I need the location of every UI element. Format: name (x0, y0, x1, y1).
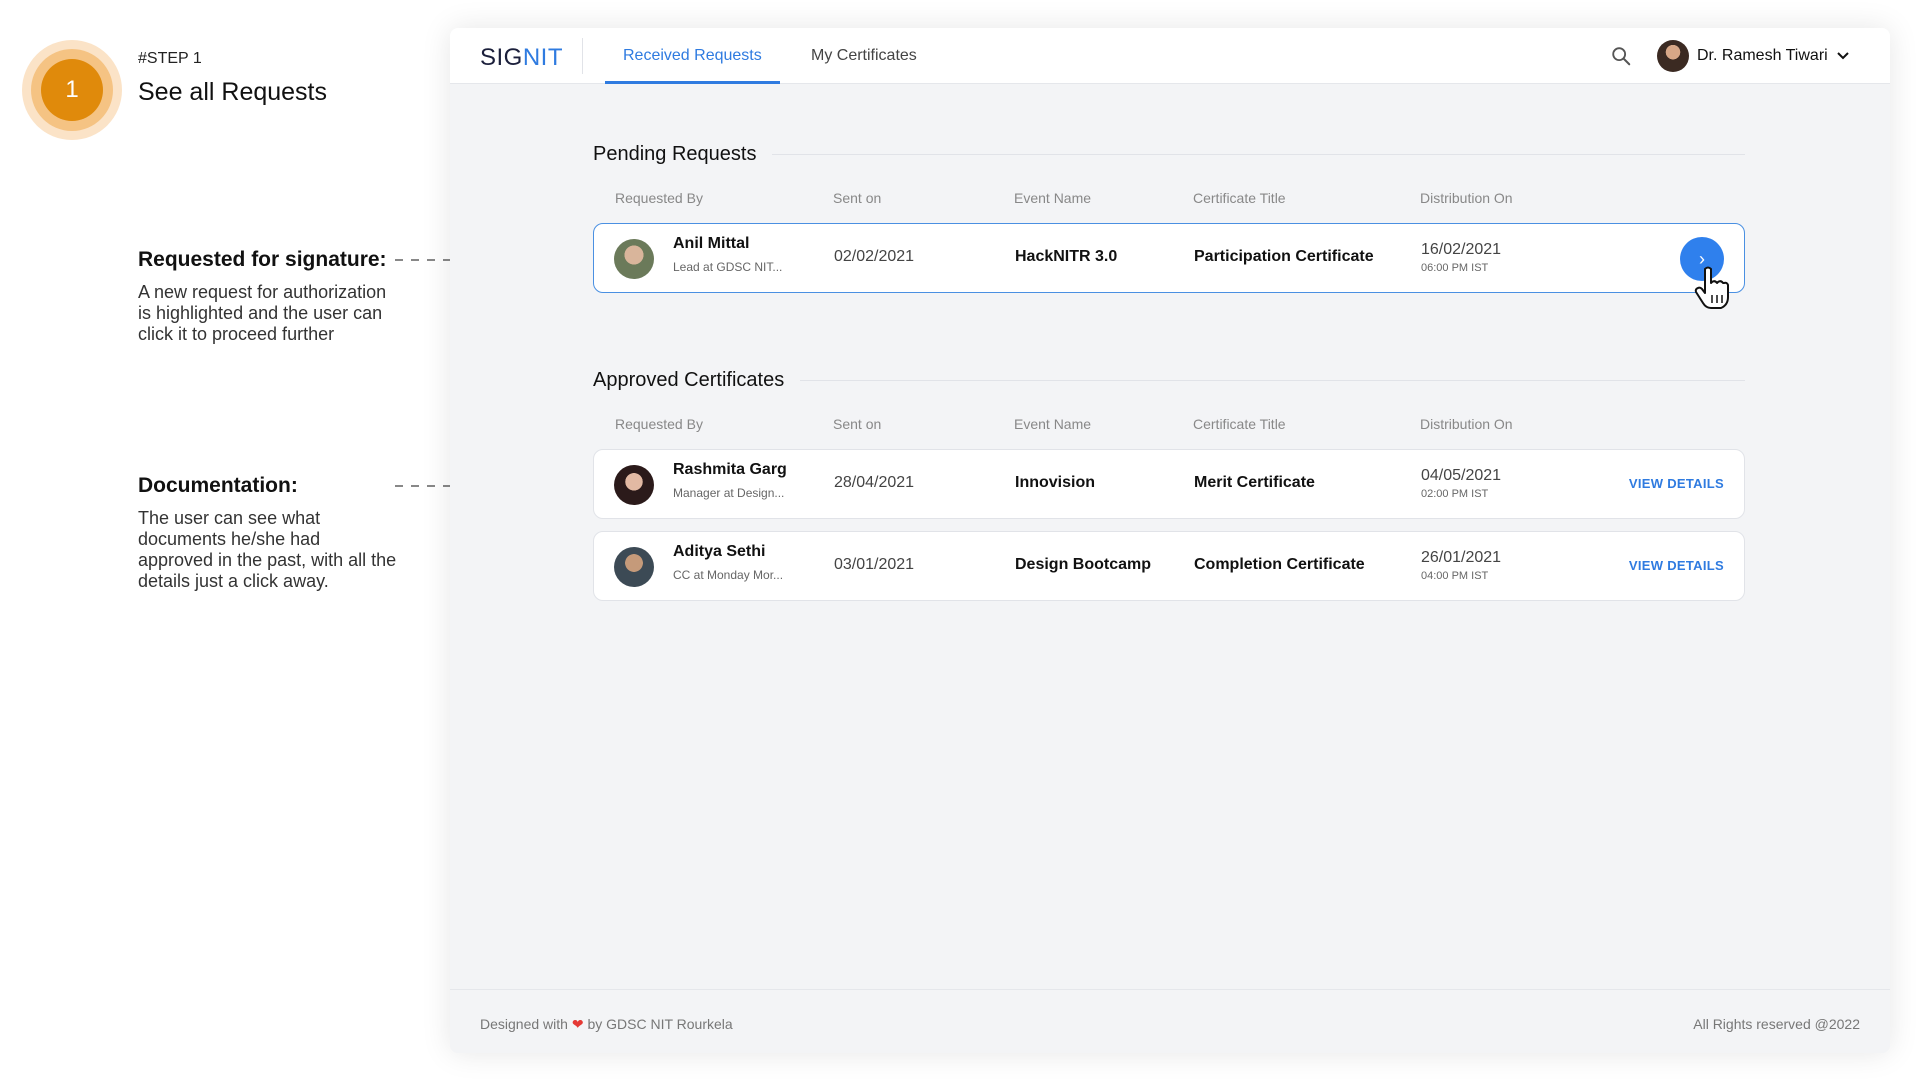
note-title: Requested for signature: (138, 248, 387, 271)
note-title: Documentation: (138, 474, 298, 497)
column-header: Event Name (1014, 416, 1092, 432)
note-body: The user can see what documents he/she h… (138, 508, 397, 591)
heart-icon: ❤ (571, 1016, 584, 1032)
footer-text: by GDSC NIT Rourkela (587, 1016, 733, 1032)
signit-logo[interactable]: SIGNIT (480, 44, 563, 72)
user-name: Dr. Ramesh Tiwari (1697, 47, 1828, 64)
user-avatar (1657, 40, 1689, 72)
approved-certificate-row[interactable]: Aditya Sethi CC at Monday Mor... 03/01/2… (593, 531, 1745, 601)
requester-name: Anil Mittal (673, 235, 750, 252)
column-header: Requested By (615, 416, 703, 432)
requester-name: Rashmita Garg (673, 461, 787, 478)
column-header: Distribution On (1420, 190, 1513, 206)
sent-on: 03/01/2021 (834, 556, 915, 573)
step-number: 1 (41, 59, 103, 121)
table-header: Requested By Sent on Event Name Certific… (593, 190, 1745, 210)
footer: Designed with ❤ by GDSC NIT Rourkela All… (450, 989, 1890, 1053)
distribution-date: 26/01/2021 (1421, 549, 1502, 566)
sent-on: 28/04/2021 (834, 474, 915, 491)
certificate-title: Completion Certificate (1194, 556, 1365, 573)
app-window: SIGNIT Received Requests My Certificates… (450, 28, 1890, 1053)
certificate-title: Merit Certificate (1194, 474, 1315, 491)
requester-role: CC at Monday Mor... (673, 568, 784, 582)
section-divider (772, 153, 1745, 155)
requester-role: Lead at GDSC NIT... (673, 260, 783, 274)
note-documentation: Documentation: The user can see what doc… (138, 474, 398, 592)
section-title: Approved Certificates (593, 368, 785, 391)
column-header: Requested By (615, 190, 703, 206)
column-header: Certificate Title (1193, 190, 1286, 206)
logo-text-accent: NIT (522, 44, 564, 71)
table-header: Requested By Sent on Event Name Certific… (593, 416, 1745, 436)
pending-requests-section: Pending Requests Requested By Sent on Ev… (593, 140, 1745, 293)
distribution-date: 16/02/2021 (1421, 241, 1502, 258)
requester-name: Aditya Sethi (673, 543, 766, 560)
sent-on: 02/02/2021 (834, 248, 915, 265)
footer-credit: Designed with ❤ by GDSC NIT Rourkela (480, 1016, 733, 1033)
chevron-down-icon (1836, 52, 1849, 60)
user-profile-menu[interactable]: Dr. Ramesh Tiwari (1657, 40, 1850, 72)
section-title: Pending Requests (593, 142, 757, 165)
event-name: Design Bootcamp (1015, 556, 1152, 573)
event-name: Innovision (1015, 474, 1095, 491)
step-badge-ring: 1 (31, 49, 113, 131)
tab-received-requests[interactable]: Received Requests (605, 28, 780, 84)
column-header: Certificate Title (1193, 416, 1286, 432)
column-header: Sent on (833, 416, 882, 432)
footer-copyright: All Rights reserved @2022 (1693, 1016, 1860, 1032)
approved-certificates-section: Approved Certificates Requested By Sent … (593, 366, 1745, 601)
distribution-time: 02:00 PM IST (1421, 488, 1489, 500)
section-divider (800, 379, 1745, 381)
logo-divider (582, 38, 583, 74)
note-requested-for-signature: Requested for signature: A new request f… (138, 248, 398, 345)
distribution-time: 06:00 PM IST (1421, 262, 1489, 274)
column-header: Distribution On (1420, 416, 1513, 432)
view-details-link[interactable]: VIEW DETAILS (1629, 476, 1724, 491)
distribution-time: 04:00 PM IST (1421, 570, 1489, 582)
avatar (614, 239, 654, 279)
distribution-date: 04/05/2021 (1421, 467, 1502, 484)
footer-text: Designed with (480, 1016, 568, 1032)
tab-my-certificates[interactable]: My Certificates (811, 28, 917, 84)
view-details-link[interactable]: VIEW DETAILS (1629, 558, 1724, 573)
step-badge: 1 (22, 40, 122, 140)
requester-role: Manager at Design... (673, 486, 785, 500)
hand-cursor-icon (1694, 266, 1729, 309)
column-header: Event Name (1014, 190, 1092, 206)
pending-request-row[interactable]: Anil Mittal Lead at GDSC NIT... 02/02/20… (593, 223, 1745, 293)
top-navigation-bar: SIGNIT Received Requests My Certificates… (450, 28, 1890, 84)
logo-text: SIG (480, 44, 523, 71)
avatar (614, 547, 654, 587)
step-title: See all Requests (138, 78, 328, 106)
certificate-title: Participation Certificate (1194, 248, 1374, 265)
search-icon[interactable] (1610, 45, 1632, 67)
avatar (614, 465, 654, 505)
approved-certificate-row[interactable]: Rashmita Garg Manager at Design... 28/04… (593, 449, 1745, 519)
note-body: A new request for authorization is highl… (138, 282, 387, 344)
step-kicker: #STEP 1 (138, 50, 202, 67)
event-name: HackNITR 3.0 (1015, 248, 1118, 265)
column-header: Sent on (833, 190, 882, 206)
